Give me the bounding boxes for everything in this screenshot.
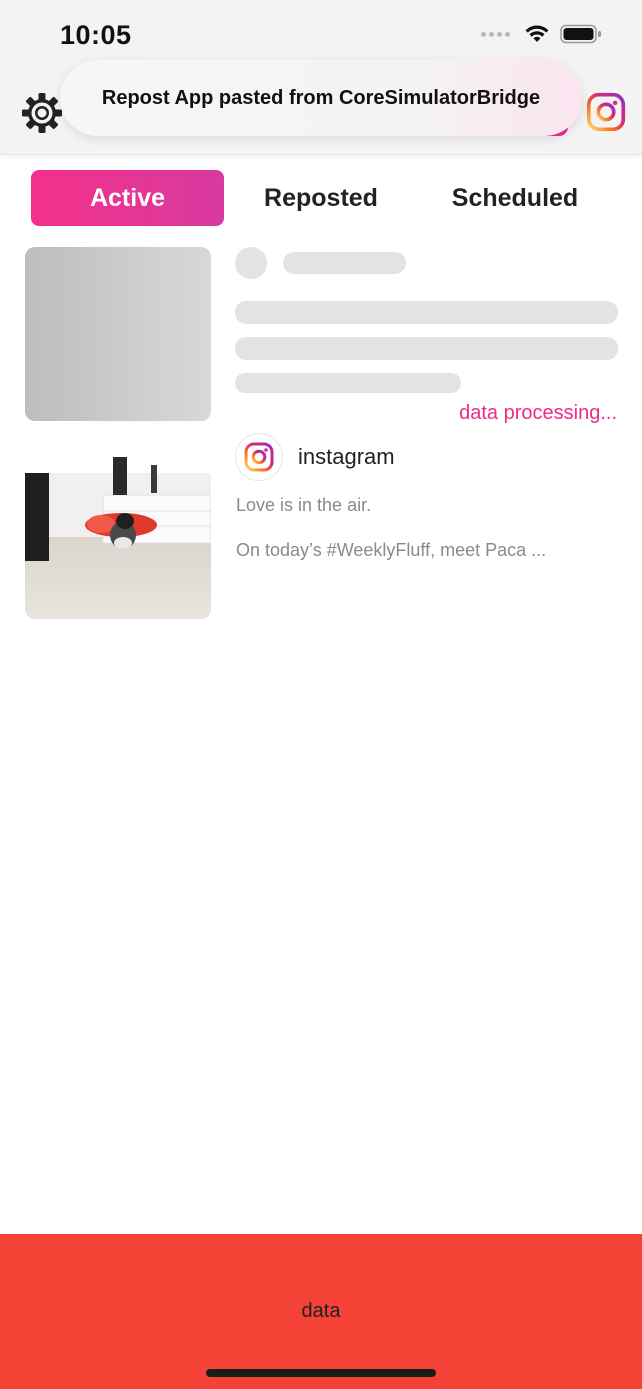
caption-placeholder [235,337,618,360]
settings-gear-icon[interactable] [20,91,64,135]
bottom-bar[interactable]: data [0,1234,642,1389]
instagram-icon[interactable] [584,92,628,132]
signal-dots-icon [481,31,510,37]
username-placeholder [283,252,406,274]
battery-icon [560,24,601,44]
avatar[interactable] [235,433,283,481]
post-thumbnail[interactable] [25,433,211,619]
post-username: instagram [298,444,395,469]
tab-active[interactable]: Active [31,170,224,226]
status-time: 10:05 [60,20,132,50]
instagram-icon [244,442,274,472]
wifi-icon [525,25,549,42]
tab-reposted[interactable]: Reposted [241,170,401,226]
tab-scheduled[interactable]: Scheduled [435,170,595,226]
paste-notification-toast: Repost App pasted from CoreSimulatorBrid… [60,60,582,136]
post-caption: Love is in the air. [236,495,372,515]
post-caption: On today’s #WeeklyFluff, meet Paca ... [236,540,547,560]
top-bar: 10:05 Repost App pasted from CoreSimulat… [0,0,642,155]
bottom-bar-label: data [301,1300,341,1322]
toast-message: Repost App pasted from CoreSimulatorBrid… [101,87,541,109]
caption-placeholder [235,373,461,393]
status-indicators [481,24,602,44]
dog-photo-image [25,433,211,619]
caption-placeholder [235,301,618,324]
processing-status: data processing... [459,402,617,424]
home-indicator[interactable] [206,1369,436,1377]
avatar-placeholder [235,247,267,279]
segmented-tabs: Active Reposted Scheduled [31,170,611,226]
thumbnail-placeholder [25,247,211,421]
